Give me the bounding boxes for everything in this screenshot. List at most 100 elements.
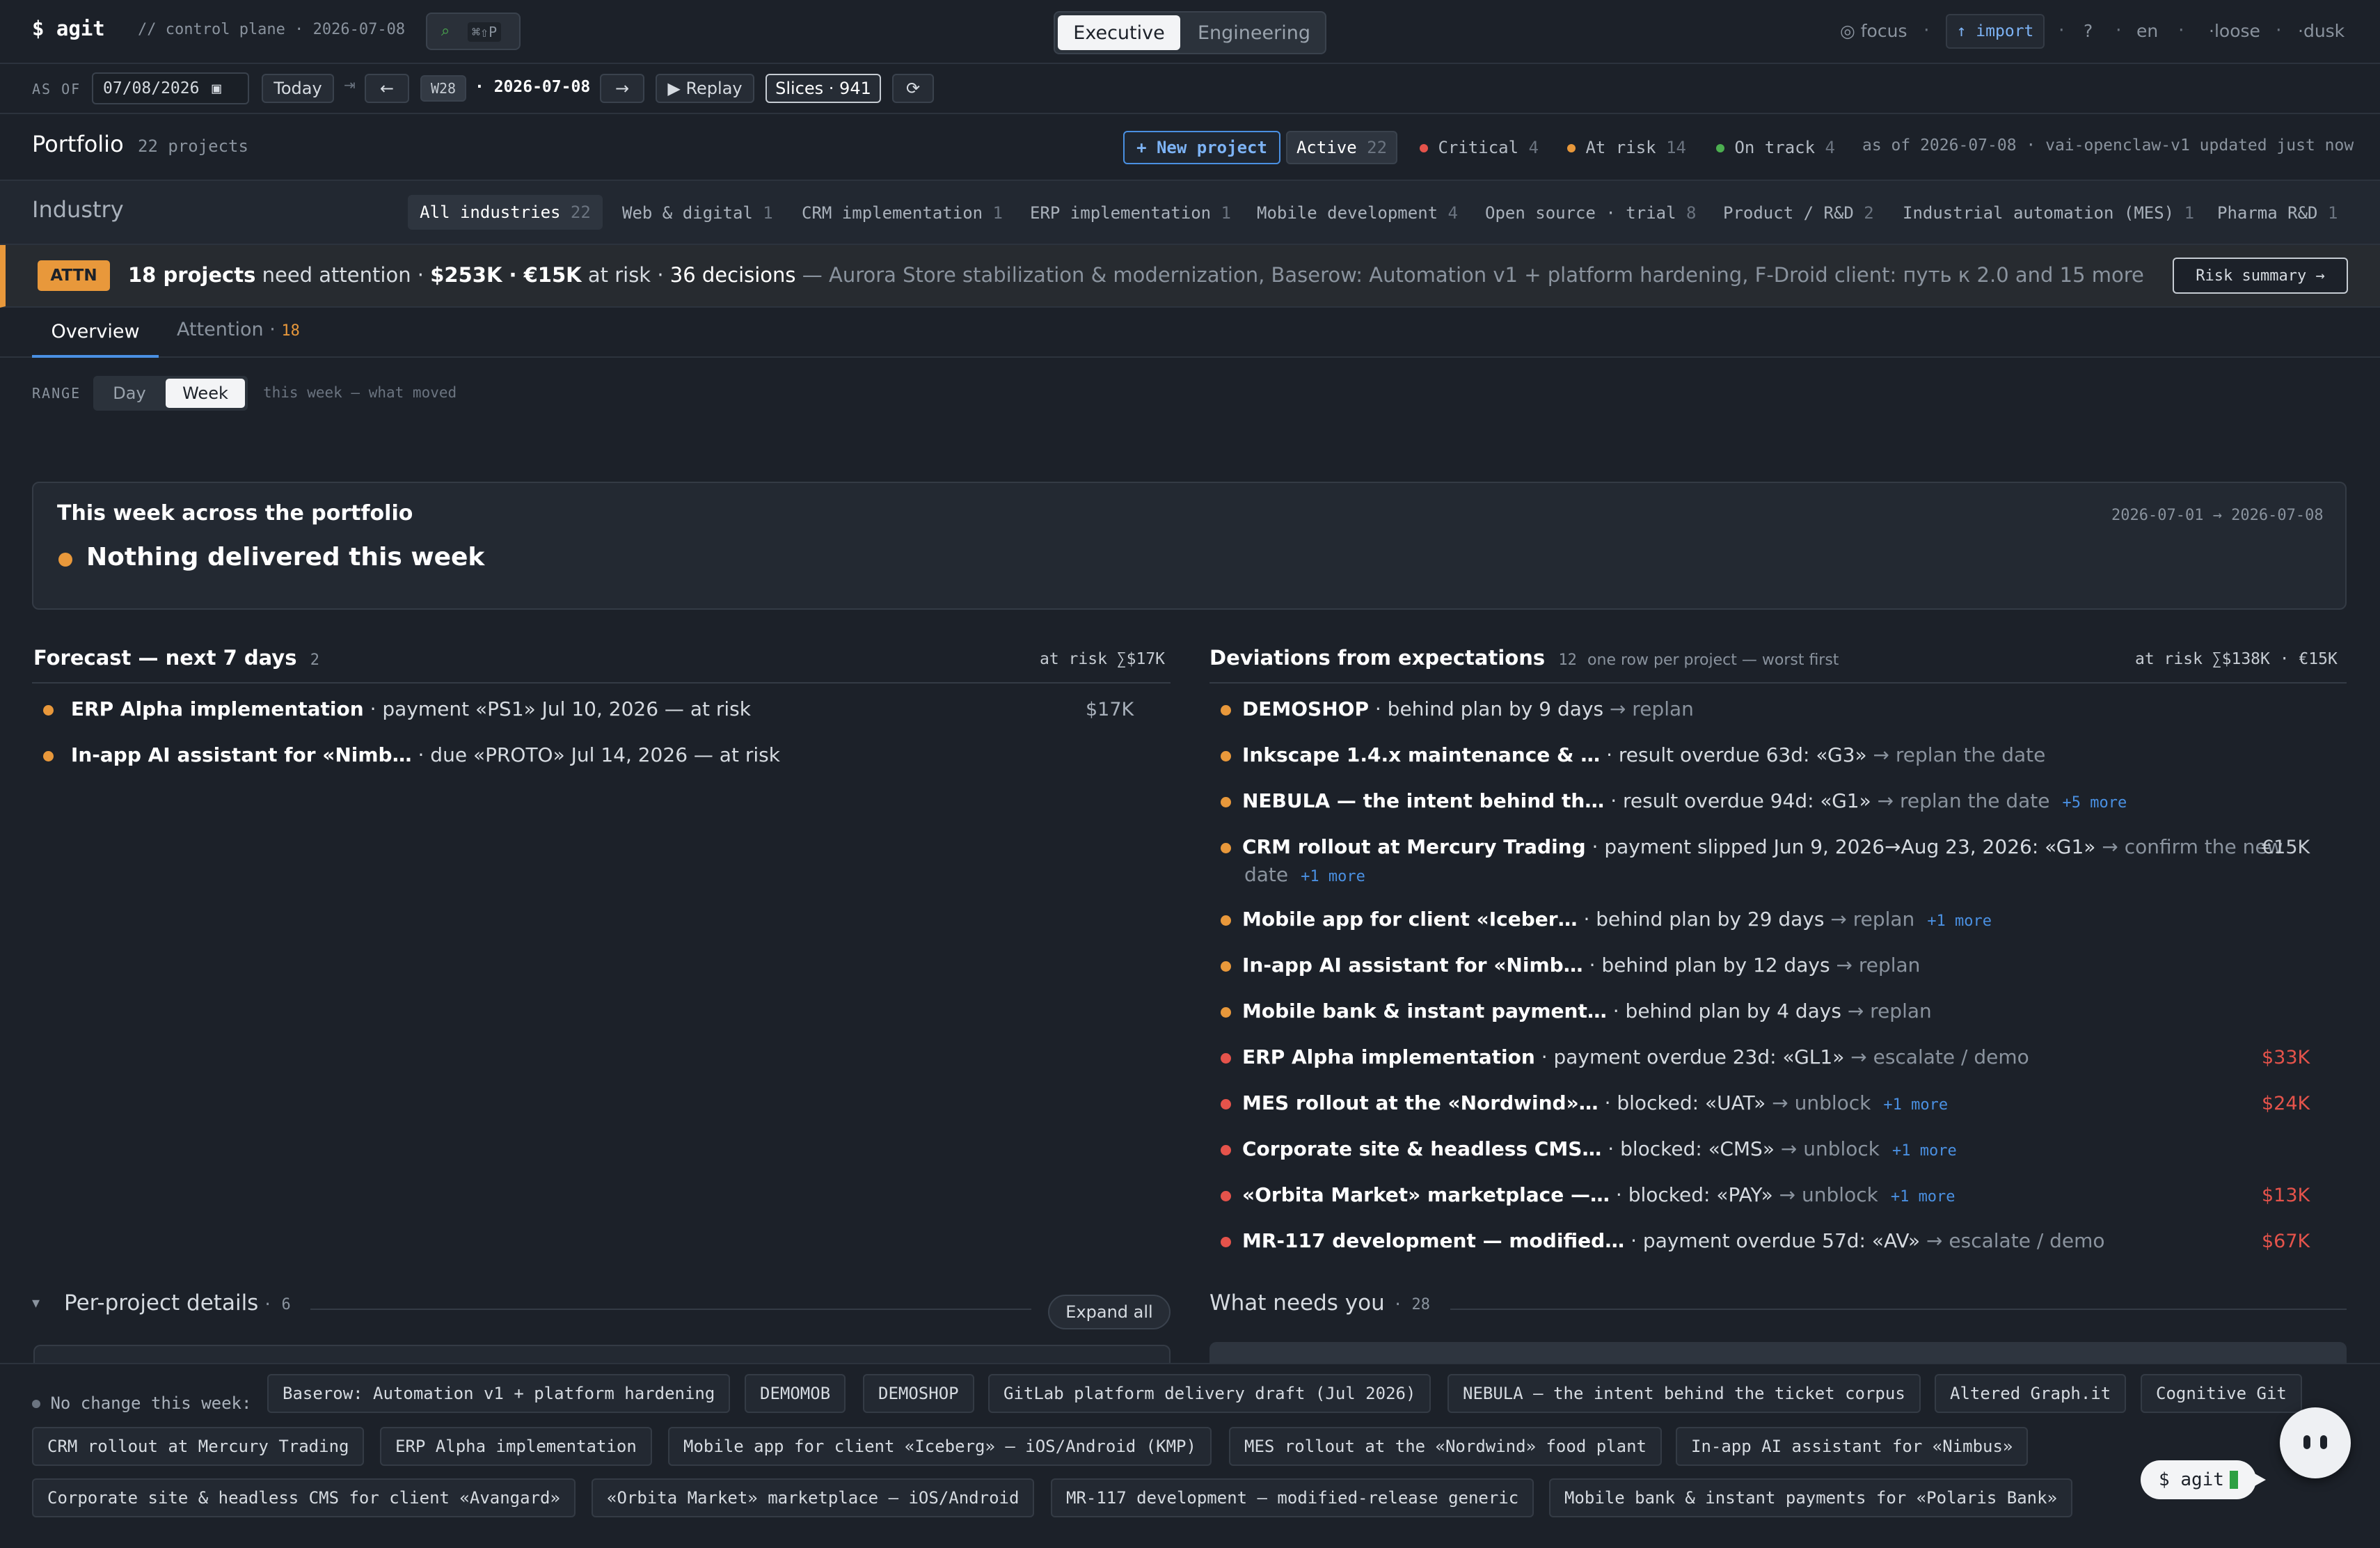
deviation-row[interactable]: Mobile app for client «Iceber… · behind … <box>1221 908 1992 931</box>
industry-crm[interactable]: CRM implementation 1 <box>802 203 1003 223</box>
project-chip[interactable]: DEMOSHOP <box>863 1374 974 1413</box>
row-action[interactable]: → replan <box>1836 954 1920 977</box>
replay-button[interactable]: ▶ Replay <box>656 74 754 103</box>
project-chip[interactable]: DEMOMOB <box>745 1374 846 1413</box>
deviation-row[interactable]: MR-117 development — modified… · payment… <box>1221 1229 2105 1252</box>
row-action[interactable]: → replan the date <box>1873 743 2046 766</box>
row-action[interactable]: → escalate / demo <box>1926 1229 2105 1252</box>
range-week[interactable]: Week <box>166 379 245 408</box>
deviation-row[interactable]: ERP Alpha implementation · payment overd… <box>1221 1045 2029 1068</box>
row-action[interactable]: → unblock <box>1772 1091 1871 1114</box>
project-name[interactable]: «Orbita Market» marketplace —… <box>1242 1183 1610 1206</box>
project-name[interactable]: Inkscape 1.4.x maintenance & … <box>1242 743 1600 766</box>
assistant-bubble[interactable]: $ agit <box>2141 1460 2256 1499</box>
mode-executive[interactable]: Executive <box>1058 15 1180 50</box>
row-action[interactable]: → escalate / demo <box>1850 1045 2029 1068</box>
slices-button[interactable]: Slices · 941 <box>765 74 881 103</box>
refresh-button[interactable]: ⟳ <box>892 74 934 103</box>
project-chip[interactable]: Cognitive Git <box>2141 1374 2302 1413</box>
project-chip[interactable]: MR-117 development — modified-release ge… <box>1051 1478 1534 1517</box>
project-name[interactable]: In-app AI assistant for «Nimb… <box>1242 954 1583 977</box>
project-name[interactable]: ERP Alpha implementation <box>71 697 364 720</box>
row-action[interactable]: → unblock <box>1781 1137 1880 1160</box>
industry-erp[interactable]: ERP implementation 1 <box>1030 203 1231 223</box>
project-name[interactable]: CRM rollout at Mercury Trading <box>1242 835 1586 858</box>
project-chip[interactable]: MES rollout at the «Nordwind» food plant <box>1229 1427 1662 1466</box>
more-link[interactable]: +1 more <box>1927 913 1992 930</box>
density-toggle[interactable]: ·loose <box>2209 21 2260 41</box>
project-name[interactable]: MES rollout at the «Nordwind»… <box>1242 1091 1598 1114</box>
project-chip[interactable]: GitLab platform delivery draft (Jul 2026… <box>988 1374 1431 1413</box>
today-button[interactable]: Today <box>262 74 334 103</box>
deviation-row[interactable]: DEMOSHOP · behind plan by 9 days → repla… <box>1221 697 1694 720</box>
project-chip[interactable]: Corporate site & headless CMS for client… <box>32 1478 576 1517</box>
row-action[interactable]: → replan <box>1848 1000 1932 1022</box>
prev-week-button[interactable]: ← <box>365 74 409 103</box>
row-action[interactable]: → replan <box>1830 908 1914 931</box>
filter-critical[interactable]: Critical 4 <box>1420 138 1539 157</box>
next-week-button[interactable]: → <box>600 74 644 103</box>
tab-attention[interactable]: Attention · 18 <box>177 319 300 340</box>
forecast-row[interactable]: In-app AI assistant for «Nimb… · due «PR… <box>43 743 780 766</box>
deviation-row[interactable]: Corporate site & headless CMS… · blocked… <box>1221 1137 1957 1160</box>
industry-product[interactable]: Product / R&D 2 <box>1723 203 1874 223</box>
deviation-row[interactable]: Mobile bank & instant payment… · behind … <box>1221 1000 1932 1022</box>
brand-logo[interactable]: $ agit <box>32 17 105 40</box>
deviation-row[interactable]: In-app AI assistant for «Nimb… · behind … <box>1221 954 1920 977</box>
row-action[interactable]: → unblock <box>1779 1183 1878 1206</box>
project-name[interactable]: ERP Alpha implementation <box>1242 1045 1535 1068</box>
date-input[interactable]: 07/08/2026 ▣ <box>92 72 249 104</box>
filter-active[interactable]: Active 22 <box>1286 131 1397 164</box>
project-chip[interactable]: Mobile app for client «Iceberg» — iOS/An… <box>668 1427 1212 1466</box>
tab-overview[interactable]: Overview <box>32 308 159 358</box>
project-chip[interactable]: Mobile bank & instant payments for «Pola… <box>1549 1478 2073 1517</box>
mode-engineering[interactable]: Engineering <box>1183 15 1325 50</box>
project-chip[interactable]: «Orbita Market» marketplace — iOS/Androi… <box>592 1478 1035 1517</box>
deviation-row[interactable]: Inkscape 1.4.x maintenance & … · result … <box>1221 743 2045 766</box>
project-chip[interactable]: Altered Graph.it <box>1935 1374 2127 1413</box>
command-palette-button[interactable]: ⌕ ⌘⇧P <box>426 13 521 50</box>
assistant-avatar-icon[interactable] <box>2280 1407 2351 1478</box>
industry-all[interactable]: All industries 22 <box>408 195 603 230</box>
project-name[interactable]: Corporate site & headless CMS… <box>1242 1137 1601 1160</box>
deviation-row[interactable]: NEBULA — the intent behind th… · result … <box>1221 789 2127 812</box>
calendar-icon[interactable]: ▣ <box>212 80 221 97</box>
industry-mes[interactable]: Industrial automation (MES) 1 <box>1903 203 2194 223</box>
industry-open-source[interactable]: Open source · trial 8 <box>1485 203 1696 223</box>
forecast-row[interactable]: ERP Alpha implementation · payment «PS1»… <box>43 697 751 720</box>
project-chip[interactable]: ERP Alpha implementation <box>380 1427 652 1466</box>
row-action[interactable]: → replan the date <box>1878 789 2050 812</box>
deviation-row[interactable]: «Orbita Market» marketplace —… · blocked… <box>1221 1183 1955 1206</box>
project-chip[interactable]: Baserow: Automation v1 + platform harden… <box>267 1374 731 1413</box>
expand-all-button[interactable]: Expand all <box>1048 1295 1171 1329</box>
help-button[interactable]: ? <box>2084 21 2093 41</box>
industry-pharma[interactable]: Pharma R&D 1 <box>2217 203 2338 223</box>
collapse-icon[interactable]: ▾ <box>32 1295 40 1312</box>
deviation-row[interactable]: MES rollout at the «Nordwind»… · blocked… <box>1221 1091 1948 1114</box>
project-chip[interactable]: CRM rollout at Mercury Trading <box>32 1427 365 1466</box>
more-link[interactable]: +1 more <box>1892 1142 1957 1160</box>
project-name[interactable]: DEMOSHOP <box>1242 697 1369 720</box>
industry-web[interactable]: Web & digital 1 <box>622 203 773 223</box>
new-project-button[interactable]: + New project <box>1123 131 1280 164</box>
filter-on-track[interactable]: On track 4 <box>1716 138 1835 157</box>
deviation-row[interactable]: CRM rollout at Mercury Trading · payment… <box>1221 835 2283 858</box>
more-link[interactable]: +1 more <box>1891 1188 1955 1206</box>
range-day[interactable]: Day <box>96 379 163 408</box>
more-link[interactable]: +1 more <box>1883 1096 1948 1114</box>
project-name[interactable]: NEBULA — the intent behind th… <box>1242 789 1604 812</box>
row-action[interactable]: → replan <box>1610 697 1694 720</box>
project-name[interactable]: Mobile app for client «Iceber… <box>1242 908 1578 931</box>
project-chip[interactable]: In-app AI assistant for «Nimbus» <box>1676 1427 2029 1466</box>
theme-toggle[interactable]: ·dusk <box>2298 21 2345 41</box>
more-link[interactable]: +5 more <box>2062 794 2127 812</box>
row-action[interactable]: date <box>1244 863 1288 886</box>
project-chip[interactable]: NEBULA — the intent behind the ticket co… <box>1447 1374 1921 1413</box>
industry-mobile[interactable]: Mobile development 4 <box>1257 203 1458 223</box>
project-name[interactable]: MR-117 development — modified… <box>1242 1229 1624 1252</box>
project-name[interactable]: Mobile bank & instant payment… <box>1242 1000 1607 1022</box>
row-action[interactable]: → confirm the new <box>2102 835 2283 858</box>
project-name[interactable]: In-app AI assistant for «Nimb… <box>71 743 412 766</box>
focus-toggle[interactable]: ◎ focus <box>1840 21 1907 41</box>
filter-at-risk[interactable]: At risk 14 <box>1567 138 1686 157</box>
